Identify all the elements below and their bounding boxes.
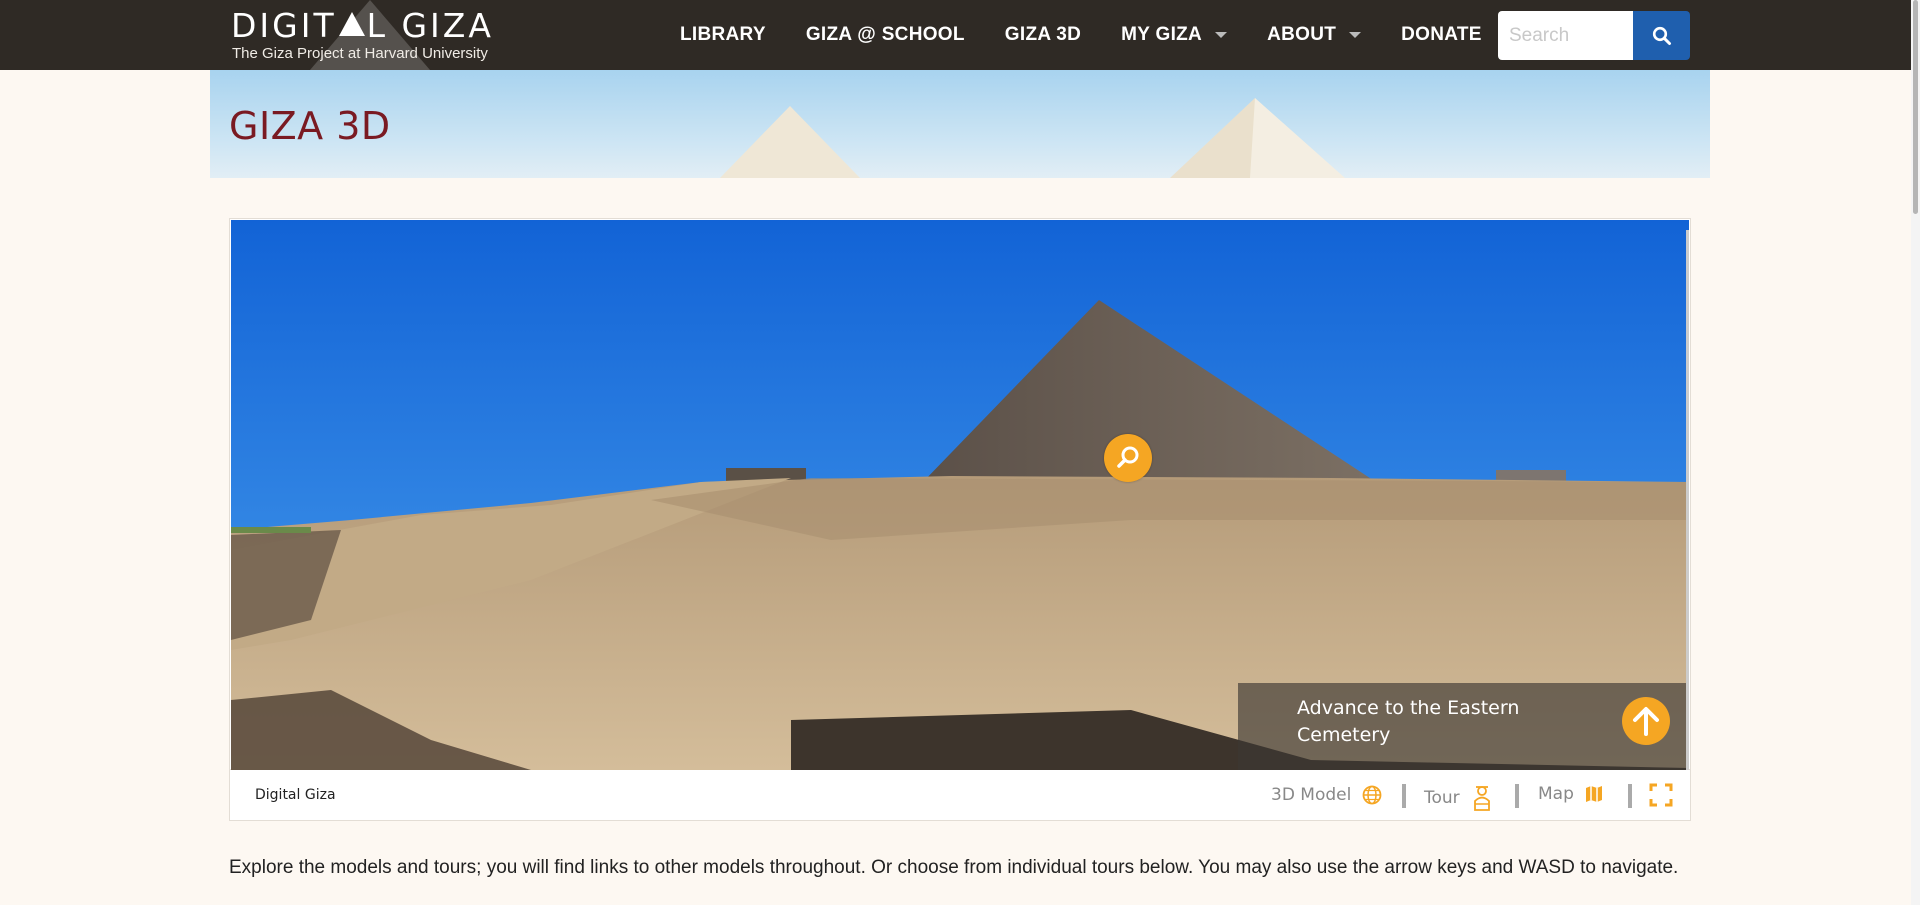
hotspot-button[interactable] bbox=[1104, 434, 1152, 482]
control-divider bbox=[1402, 784, 1406, 808]
intro-text: Explore the models and tours; you will f… bbox=[229, 857, 1679, 878]
nav-item-library[interactable]: LIBRARY bbox=[680, 24, 766, 46]
map-control[interactable]: Map bbox=[1538, 784, 1604, 804]
caret-down-icon bbox=[1215, 32, 1228, 38]
site-logo[interactable]: DIGIT L GIZA The Giza Project at Harvard … bbox=[231, 6, 531, 68]
fullscreen-icon bbox=[1649, 783, 1673, 807]
viewer-credit: Digital Giza bbox=[255, 787, 336, 803]
page-scrollbar-thumb[interactable] bbox=[1913, 0, 1918, 214]
nav-item-about[interactable]: ABOUT bbox=[1267, 24, 1362, 46]
main-nav: LIBRARY GIZA @ SCHOOL GIZA 3D MY GIZA AB… bbox=[680, 0, 1522, 70]
page-title: GIZA 3D bbox=[229, 104, 391, 148]
caret-down-icon bbox=[1349, 32, 1362, 38]
arrow-up-icon bbox=[1633, 707, 1659, 736]
nav-item-giza-school[interactable]: GIZA @ SCHOOL bbox=[806, 24, 965, 46]
guide-icon bbox=[1473, 786, 1490, 811]
magnifier-icon bbox=[1117, 446, 1139, 468]
model-label: 3D Model bbox=[1271, 785, 1352, 805]
tour-label: Tour bbox=[1424, 788, 1460, 808]
advance-label: Advance to the Eastern Cemetery bbox=[1297, 697, 1520, 746]
logo-subtitle: The Giza Project at Harvard University bbox=[232, 45, 488, 62]
viewer-footer: Digital Giza 3D Model Tour Map bbox=[229, 770, 1691, 821]
search-input[interactable] bbox=[1498, 11, 1633, 60]
nav-item-giza-3d[interactable]: GIZA 3D bbox=[1005, 24, 1081, 46]
map-label: Map bbox=[1538, 784, 1574, 804]
advance-button[interactable] bbox=[1622, 697, 1670, 745]
tour-control[interactable]: Tour bbox=[1424, 784, 1494, 812]
logo-title: DIGIT L GIZA bbox=[231, 6, 494, 45]
top-nav-bar: DIGIT L GIZA The Giza Project at Harvard … bbox=[0, 0, 1920, 70]
viewer-scrollbar[interactable] bbox=[1686, 230, 1689, 800]
nav-item-donate[interactable]: DONATE bbox=[1401, 24, 1482, 46]
banner-pyramid bbox=[720, 106, 860, 178]
advance-overlay[interactable]: Advance to the Eastern Cemetery bbox=[1238, 683, 1689, 771]
page-banner bbox=[210, 70, 1710, 178]
search-form bbox=[1498, 11, 1690, 60]
fullscreen-button[interactable] bbox=[1649, 783, 1673, 807]
search-button[interactable] bbox=[1633, 11, 1690, 60]
control-divider bbox=[1628, 784, 1632, 808]
model-control[interactable]: 3D Model bbox=[1271, 784, 1383, 806]
logo-triangle-icon bbox=[338, 12, 365, 36]
banner-pyramid bbox=[1250, 98, 1345, 178]
globe-icon bbox=[1362, 785, 1382, 805]
map-icon bbox=[1585, 786, 1602, 802]
control-divider bbox=[1515, 784, 1519, 808]
nav-item-my-giza[interactable]: MY GIZA bbox=[1121, 24, 1228, 46]
search-icon bbox=[1652, 26, 1671, 45]
